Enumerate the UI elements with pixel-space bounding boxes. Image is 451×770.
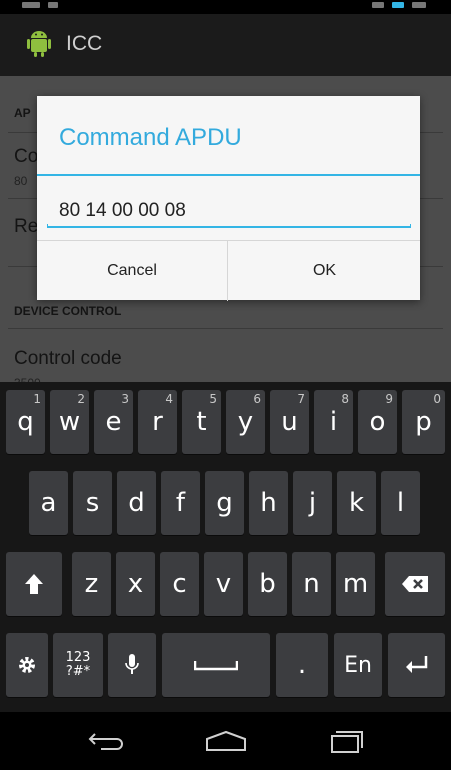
key-g[interactable]: g [205,471,244,535]
backspace-icon [402,576,428,592]
ok-button[interactable]: OK [229,241,420,301]
microphone-icon [125,654,139,674]
period-key[interactable]: . [276,633,328,697]
dialog-title-divider [37,174,420,176]
key-q[interactable]: 1q [6,390,45,454]
section-header-device-control: DEVICE CONTROL [14,304,122,318]
notification-icon [22,2,40,8]
key-s[interactable]: s [73,471,112,535]
key-v[interactable]: v [204,552,243,616]
key-x[interactable]: x [116,552,155,616]
voice-input-key[interactable] [108,633,156,697]
command-value: 80 [14,174,28,188]
input-underline [47,224,411,228]
key-w[interactable]: 2w [50,390,89,454]
soft-keyboard: 1q 2w 3e 4r 5t 6y 7u 8i 9o 0p a s d f g … [0,382,451,712]
shift-key[interactable] [6,552,62,616]
key-n[interactable]: n [292,552,331,616]
response-label[interactable]: Re [14,216,38,238]
apdu-input[interactable] [47,194,411,228]
key-y[interactable]: 6y [226,390,265,454]
key-l[interactable]: l [381,471,420,535]
key-p[interactable]: 0p [402,390,445,454]
notification-icon [48,2,58,8]
symbols-key[interactable]: 123 ?#* [53,633,103,697]
backspace-key[interactable] [385,552,445,616]
key-h[interactable]: h [249,471,288,535]
back-button[interactable] [62,720,152,762]
key-m[interactable]: m [336,552,375,616]
back-icon [88,733,123,750]
android-robot-icon[interactable] [22,25,56,59]
key-t[interactable]: 5t [182,390,221,454]
key-j[interactable]: j [293,471,332,535]
action-bar: ICC [0,14,451,76]
key-z[interactable]: z [72,552,111,616]
language-key[interactable]: En [334,633,382,697]
key-c[interactable]: c [160,552,199,616]
shift-icon [25,574,43,594]
home-button[interactable] [181,720,271,762]
key-r[interactable]: 4r [138,390,177,454]
space-key[interactable] [162,633,270,697]
enter-key[interactable] [388,633,445,697]
recents-icon [331,731,363,753]
divider [8,328,443,329]
key-e[interactable]: 3e [94,390,133,454]
status-bar [0,0,451,14]
command-label[interactable]: Co [14,146,38,168]
app-title: ICC [66,32,103,55]
gear-icon [19,657,35,673]
signal-icon [372,2,384,8]
wifi-icon [392,2,404,8]
navigation-bar [0,712,451,770]
section-header-apdu: AP [14,106,31,120]
recents-button[interactable] [302,720,392,762]
key-u[interactable]: 7u [270,390,309,454]
dialog-button-row: Cancel OK [37,240,420,301]
key-k[interactable]: k [337,471,376,535]
dialog-title: Command APDU [59,124,242,151]
key-b[interactable]: b [248,552,287,616]
key-f[interactable]: f [161,471,200,535]
key-o[interactable]: 9o [358,390,397,454]
cancel-button[interactable]: Cancel [37,241,228,301]
key-d[interactable]: d [117,471,156,535]
key-i[interactable]: 8i [314,390,353,454]
battery-icon [412,2,426,8]
control-code-label[interactable]: Control code [14,348,122,370]
command-apdu-dialog: Command APDU Cancel OK [37,96,420,301]
space-bar-icon [194,661,238,671]
home-icon [206,730,246,751]
settings-key[interactable] [6,633,48,697]
enter-icon [405,656,427,673]
key-a[interactable]: a [29,471,68,535]
